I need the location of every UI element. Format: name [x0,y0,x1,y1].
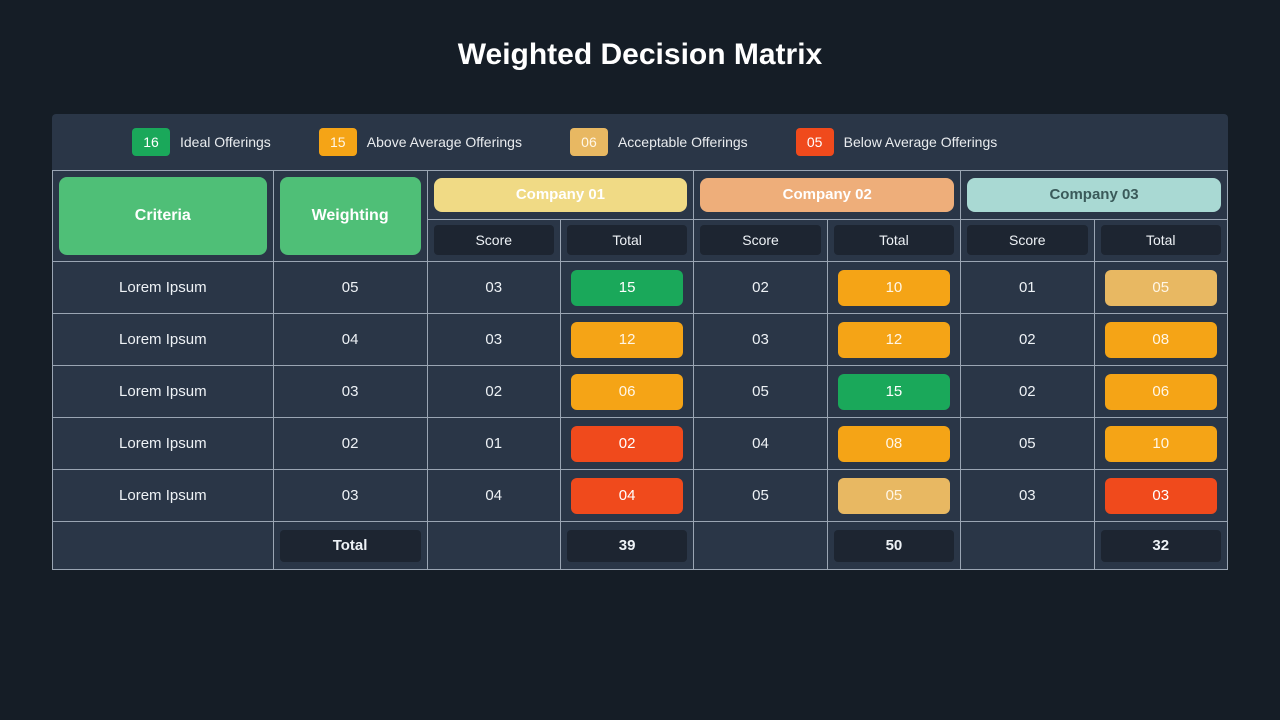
weight-cell: 03 [273,470,427,522]
legend-swatch-acceptable: 06 [570,128,608,156]
score-cell: 02 [961,366,1094,418]
score-cell: 02 [427,366,560,418]
criteria-cell: Lorem Ipsum [53,262,274,314]
header-company-3: Company 03 [967,178,1221,212]
table-row: Lorem Ipsum03040405050303 [53,470,1228,522]
weight-cell: 02 [273,418,427,470]
legend-label: Above Average Offerings [367,134,522,150]
total-chip: 12 [571,322,683,358]
footer-total-label: Total [280,530,421,562]
table-row: Lorem Ipsum03020605150206 [53,366,1228,418]
weight-cell: 05 [273,262,427,314]
total-chip: 08 [1105,322,1218,358]
score-cell: 03 [427,262,560,314]
sub-score: Score [700,225,820,255]
legend: 16 Ideal Offerings 15 Above Average Offe… [52,114,1228,170]
total-chip: 10 [838,270,950,306]
matrix-panel: 16 Ideal Offerings 15 Above Average Offe… [52,114,1228,570]
legend-label: Below Average Offerings [844,134,998,150]
total-chip: 05 [838,478,950,514]
table-row: Lorem Ipsum05031502100105 [53,262,1228,314]
footer-total-1: 39 [567,530,687,562]
total-chip: 12 [838,322,950,358]
page-title: Weighted Decision Matrix [0,0,1280,72]
table-header-row: Criteria Weighting Company 01 Company 02… [53,171,1228,220]
criteria-cell: Lorem Ipsum [53,366,274,418]
total-chip: 15 [838,374,950,410]
legend-swatch-above: 15 [319,128,357,156]
legend-item: 16 Ideal Offerings [132,128,271,156]
total-chip: 06 [1105,374,1218,410]
total-chip: 02 [571,426,683,462]
total-chip: 06 [571,374,683,410]
total-chip: 04 [571,478,683,514]
score-cell: 04 [694,418,827,470]
legend-swatch-ideal: 16 [132,128,170,156]
total-chip: 05 [1105,270,1218,306]
criteria-cell: Lorem Ipsum [53,418,274,470]
decision-matrix-table: Criteria Weighting Company 01 Company 02… [52,170,1228,570]
legend-item: 06 Acceptable Offerings [570,128,748,156]
total-chip: 03 [1105,478,1218,514]
sub-total: Total [1101,225,1222,255]
sub-total: Total [834,225,954,255]
score-cell: 03 [961,470,1094,522]
total-chip: 08 [838,426,950,462]
criteria-cell: Lorem Ipsum [53,470,274,522]
score-cell: 05 [694,366,827,418]
legend-item: 05 Below Average Offerings [796,128,998,156]
weight-cell: 04 [273,314,427,366]
score-cell: 04 [427,470,560,522]
header-company-1: Company 01 [434,178,688,212]
legend-swatch-below: 05 [796,128,834,156]
score-cell: 02 [694,262,827,314]
score-cell: 05 [694,470,827,522]
header-weighting: Weighting [280,177,421,255]
header-company-2: Company 02 [700,178,954,212]
criteria-cell: Lorem Ipsum [53,314,274,366]
sub-score: Score [967,225,1087,255]
score-cell: 05 [961,418,1094,470]
sub-total: Total [567,225,687,255]
score-cell: 02 [961,314,1094,366]
sub-score: Score [434,225,554,255]
score-cell: 03 [427,314,560,366]
footer-total-3: 32 [1101,530,1222,562]
header-criteria: Criteria [59,177,267,255]
score-cell: 01 [961,262,1094,314]
legend-item: 15 Above Average Offerings [319,128,522,156]
total-chip: 15 [571,270,683,306]
score-cell: 01 [427,418,560,470]
legend-label: Ideal Offerings [180,134,271,150]
weight-cell: 03 [273,366,427,418]
table-row: Lorem Ipsum04031203120208 [53,314,1228,366]
score-cell: 03 [694,314,827,366]
table-row: Lorem Ipsum02010204080510 [53,418,1228,470]
footer-total-2: 50 [834,530,954,562]
total-chip: 10 [1105,426,1218,462]
table-footer-row: Total 39 50 32 [53,522,1228,570]
legend-label: Acceptable Offerings [618,134,748,150]
